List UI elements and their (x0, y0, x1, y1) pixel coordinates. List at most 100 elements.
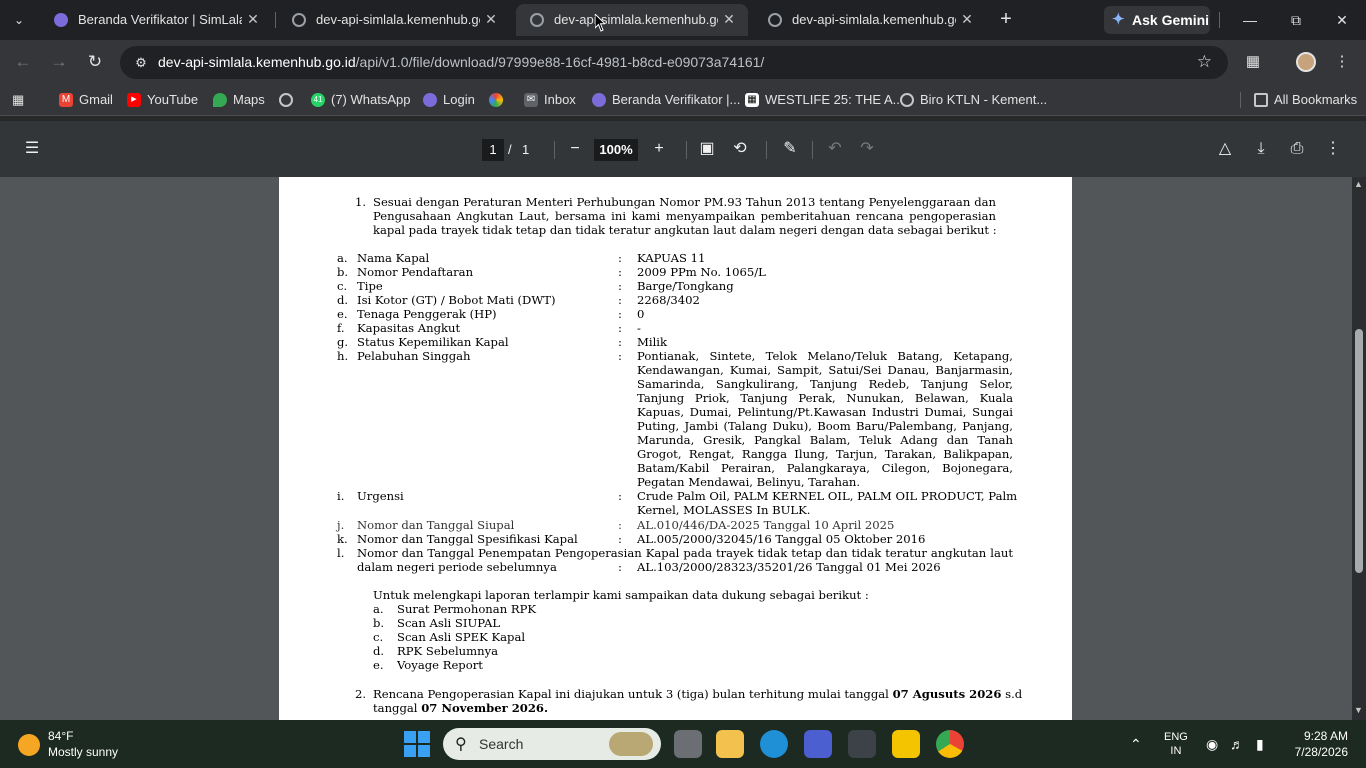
ports-line: Grogot, Rengat, Rangga Ilung, Tarjun, Ta… (637, 447, 1013, 461)
lang-layout: IN (1170, 745, 1182, 757)
window-close-icon[interactable]: ✕ (1322, 6, 1362, 34)
scroll-down-arrow-icon[interactable]: ▼ (1354, 705, 1363, 715)
close-icon[interactable]: ✕ (958, 10, 976, 28)
tab-dev-api-1[interactable]: dev-api-simlala.kemenhub.go.id ✕ (278, 4, 510, 36)
reload-icon[interactable]: ↻ (83, 50, 107, 74)
pdf-viewport[interactable]: 1. Sesuai dengan Peraturan Menteri Perhu… (0, 177, 1366, 720)
ask-gemini-button[interactable]: ✦ Ask Gemini (1104, 6, 1210, 34)
bookmark-label: Beranda Verifikator |... (612, 92, 741, 107)
print-icon[interactable]: ⎙ (1285, 137, 1309, 161)
sunny-weather-icon (18, 734, 40, 756)
zoom-in-icon[interactable]: + (647, 137, 671, 161)
chrome-icon[interactable] (936, 730, 964, 758)
pdf-more-icon[interactable]: ⋮ (1321, 137, 1345, 161)
bookmark-inbox[interactable]: ✉ Inbox (524, 91, 576, 109)
bookmark-westlife[interactable]: ▦ WESTLIFE 25: THE A... (745, 91, 903, 109)
undo-icon[interactable]: ↶ (823, 137, 847, 161)
urgency-line: Crude Palm Oil, PALM KERNEL OIL, PALM OI… (637, 489, 1018, 503)
pinwheel-icon (489, 93, 503, 107)
profile-avatar[interactable] (1296, 52, 1316, 72)
drive-save-icon[interactable]: △ (1213, 137, 1237, 161)
download-icon[interactable]: ⤓ (1249, 137, 1273, 161)
close-icon[interactable]: ✕ (482, 10, 500, 28)
zoom-out-icon[interactable]: − (563, 137, 587, 161)
rotate-icon[interactable]: ⟲ (728, 137, 752, 161)
login-icon (423, 93, 437, 107)
camera-icon[interactable] (848, 730, 876, 758)
bookmark-star-icon[interactable]: ☆ (1197, 52, 1212, 72)
bookmark-label: Maps (233, 92, 265, 107)
field-colon: : (618, 349, 622, 363)
restore-icon[interactable]: ⧉ (1276, 6, 1316, 34)
search-icon: ⚲ (455, 736, 467, 753)
file-explorer-icon[interactable] (716, 730, 744, 758)
scrollbar-thumb[interactable] (1355, 329, 1363, 573)
language-indicator[interactable]: ENG IN (1164, 730, 1188, 758)
address-bar[interactable]: ⚙ dev-api-simlala.kemenhub.go.id/api/v1.… (120, 46, 1228, 79)
field-colon: : (618, 279, 622, 293)
bookmark-whatsapp[interactable]: 41 (7) WhatsApp (311, 91, 410, 109)
new-tab-plus-icon[interactable]: + (994, 8, 1018, 32)
battery-icon[interactable]: ▮ (1256, 736, 1264, 753)
tab-title: dev-api-simlala.kemenhub.go.id (792, 12, 956, 27)
all-bookmarks-folder[interactable]: All Bookmarks (1254, 91, 1357, 109)
bookmark-beranda-verifikator[interactable]: Beranda Verifikator |... (592, 91, 740, 109)
field-label: Nama Kapal (357, 251, 430, 265)
site-info-tune-icon[interactable]: ⚙ (132, 54, 150, 72)
bookmark-youtube[interactable]: ▶ YouTube (127, 91, 198, 109)
url-host: dev-api-simlala.kemenhub.go.id (158, 54, 356, 70)
bookmark-login[interactable]: Login (423, 91, 475, 109)
apps-grid-icon[interactable]: ▦ (12, 91, 28, 109)
weather-widget[interactable]: 84°F Mostly sunny (18, 728, 138, 762)
simlala-favicon-icon (592, 93, 606, 107)
sidebar-menu-icon[interactable]: ☰ (20, 137, 44, 161)
bookmark-globe[interactable] (279, 91, 295, 109)
p2-sd: s.d (1005, 687, 1023, 701)
scroll-up-arrow-icon[interactable]: ▲ (1354, 179, 1363, 189)
sticky-notes-icon[interactable] (892, 730, 920, 758)
zoom-level-input[interactable]: 100% (594, 139, 638, 161)
bookmark-maps[interactable]: Maps (213, 91, 265, 109)
field-label: Isi Kotor (GT) / Bobot Mati (DWT) (357, 293, 556, 307)
page-number-input[interactable]: 1 (482, 139, 504, 161)
bookmark-gmail[interactable]: M Gmail (59, 91, 113, 109)
tab-dev-api-active[interactable]: dev-api-simlala.kemenhub.go.id ✕ (516, 4, 748, 36)
more-menu-icon[interactable]: ⋮ (1331, 51, 1353, 73)
ports-line: Batam/Kabil Perairan, Palangkaraya, Cile… (637, 461, 1013, 475)
windows-start-icon[interactable] (404, 731, 430, 757)
taskbar-search[interactable]: ⚲ Search (443, 728, 661, 760)
close-icon[interactable]: ✕ (720, 10, 738, 28)
volume-icon[interactable]: ♬ (1230, 736, 1244, 752)
inbox-mail-icon: ✉ (524, 93, 538, 107)
page-total: 1 (522, 142, 530, 157)
tab-dev-api-3[interactable]: dev-api-simlala.kemenhub.go.id ✕ (754, 4, 986, 36)
app-icon[interactable] (804, 730, 832, 758)
wifi-icon[interactable]: ◉ (1206, 736, 1218, 753)
tab-search-chevron-icon[interactable]: ⌄ (6, 8, 32, 32)
redo-icon[interactable]: ↷ (855, 137, 879, 161)
tab-title: dev-api-simlala.kemenhub.go.id (554, 12, 718, 27)
url-text[interactable]: dev-api-simlala.kemenhub.go.id/api/v1.0/… (158, 54, 764, 70)
close-icon[interactable]: ✕ (244, 10, 262, 28)
forward-arrow-icon[interactable]: → (47, 50, 71, 74)
tab-simlala[interactable]: Beranda Verifikator | SimLala ✕ (40, 4, 272, 36)
p2-end-date: 07 November 2026. (421, 701, 549, 715)
bookmark-biro-ktln[interactable]: Biro KTLN - Kement... (900, 91, 1047, 109)
p2-tanggal: tanggal (373, 701, 418, 715)
pdf-scrollbar[interactable]: ▲ ▼ (1352, 177, 1366, 720)
browser-toolbar: ← → ↻ ⚙ dev-api-simlala.kemenhub.go.id/a… (0, 40, 1366, 84)
fit-page-icon[interactable]: ▣ (695, 137, 719, 161)
extensions-puzzle-icon[interactable]: ▦ (1242, 51, 1264, 73)
back-arrow-icon[interactable]: ← (11, 50, 35, 74)
bookmark-pinwheel[interactable] (489, 91, 505, 109)
minimize-icon[interactable]: — (1230, 6, 1270, 34)
field-label: dalam negeri periode sebelumnya (357, 560, 557, 574)
edge-browser-icon[interactable] (760, 730, 788, 758)
gmail-icon: M (59, 93, 73, 107)
clock-time: 9:28 AM (1303, 729, 1348, 743)
task-view-icon[interactable] (674, 730, 702, 758)
system-clock[interactable]: 9:28 AM 7/28/2026 (1288, 728, 1348, 760)
annotate-pen-icon[interactable]: ✎ (778, 137, 802, 161)
show-hidden-icons-chevron-icon[interactable]: ⌃ (1130, 736, 1142, 753)
tab-divider (275, 12, 276, 28)
